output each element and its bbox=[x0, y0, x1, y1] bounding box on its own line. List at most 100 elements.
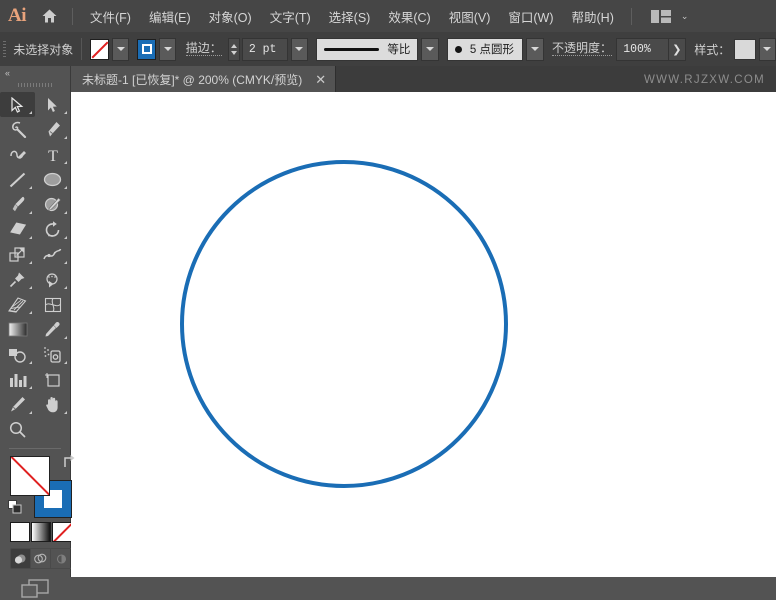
graphic-style-dropdown[interactable] bbox=[759, 38, 776, 61]
color-mode-buttons bbox=[10, 522, 72, 542]
fill-swatch-none[interactable] bbox=[10, 456, 50, 496]
shape-builder-tool[interactable] bbox=[35, 267, 70, 292]
control-bar-grip[interactable] bbox=[0, 32, 9, 66]
tool-corner-marker bbox=[29, 386, 32, 389]
menu-file[interactable]: 文件(F) bbox=[81, 3, 140, 30]
draw-behind-mode[interactable] bbox=[31, 549, 51, 568]
toolbar-grip[interactable] bbox=[0, 79, 70, 90]
stroke-color-swatch[interactable] bbox=[137, 39, 156, 60]
color-mode-solid[interactable] bbox=[10, 522, 30, 542]
color-mode-gradient[interactable] bbox=[31, 522, 51, 542]
arrange-documents-icon[interactable] bbox=[646, 7, 676, 26]
perspective-grid-tool[interactable] bbox=[0, 292, 35, 317]
menu-effect[interactable]: 效果(C) bbox=[379, 3, 439, 30]
curvature-tool[interactable] bbox=[0, 142, 35, 167]
tool-corner-marker bbox=[64, 261, 67, 264]
stroke-swatch-dropdown[interactable] bbox=[159, 38, 176, 61]
tool-corner-marker bbox=[29, 411, 32, 414]
menu-help[interactable]: 帮助(H) bbox=[563, 3, 623, 30]
default-fill-stroke-icon[interactable] bbox=[8, 500, 23, 520]
menu-divider bbox=[72, 8, 73, 25]
menu-view[interactable]: 视图(V) bbox=[440, 3, 500, 30]
menu-divider-right bbox=[631, 8, 632, 25]
fill-stroke-widget bbox=[10, 456, 72, 518]
paintbrush-tool[interactable] bbox=[0, 192, 35, 217]
home-icon[interactable] bbox=[34, 0, 64, 32]
gradient-tool[interactable] bbox=[0, 317, 35, 342]
tool-corner-marker bbox=[64, 336, 67, 339]
svg-text:T: T bbox=[48, 148, 58, 163]
stroke-profile-dropdown[interactable] bbox=[421, 38, 438, 61]
stroke-weight-dropdown[interactable] bbox=[291, 38, 308, 61]
tool-corner-marker bbox=[29, 236, 32, 239]
tool-corner-marker bbox=[64, 186, 67, 189]
artboard-canvas[interactable] bbox=[71, 92, 776, 577]
tools-panel: « bbox=[0, 66, 71, 577]
stroke-weight-label[interactable]: 描边： bbox=[186, 42, 222, 56]
opacity-label[interactable]: 不透明度： bbox=[552, 42, 612, 56]
brush-label: 5 点圆形 bbox=[470, 41, 514, 57]
change-screen-mode-icon[interactable] bbox=[0, 578, 70, 600]
opacity-flyout-button[interactable]: ❯ bbox=[669, 38, 686, 61]
document-tab-title: 未标题-1 [已恢复]* @ 200% (CMYK/预览) bbox=[82, 71, 302, 88]
eraser-tool[interactable] bbox=[0, 217, 35, 242]
artboard-tool[interactable] bbox=[35, 367, 70, 392]
toolbar-collapse-icon[interactable]: « bbox=[0, 66, 70, 79]
chevron-down-icon bbox=[295, 47, 303, 51]
draw-normal-mode[interactable] bbox=[11, 549, 31, 568]
pen-tool[interactable] bbox=[35, 117, 70, 142]
document-tab[interactable]: 未标题-1 [已恢复]* @ 200% (CMYK/预览) ✕ bbox=[70, 66, 336, 92]
menu-select[interactable]: 选择(S) bbox=[320, 3, 380, 30]
eyedropper-tool[interactable] bbox=[35, 317, 70, 342]
magic-wand-tool[interactable] bbox=[0, 117, 35, 142]
opacity-input[interactable]: 100% bbox=[616, 38, 669, 61]
tool-corner-marker bbox=[29, 311, 32, 314]
ellipse-tool[interactable] bbox=[35, 167, 70, 192]
fill-swatch-dropdown[interactable] bbox=[112, 38, 129, 61]
tool-corner-marker bbox=[64, 286, 67, 289]
stroke-weight-stepper[interactable] bbox=[228, 38, 240, 61]
tool-corner-marker bbox=[64, 411, 67, 414]
tool-corner-marker bbox=[29, 261, 32, 264]
blend-tool[interactable] bbox=[0, 342, 35, 367]
tool-corner-marker bbox=[64, 136, 67, 139]
tool-corner-marker bbox=[64, 236, 67, 239]
column-graph-tool[interactable] bbox=[0, 367, 35, 392]
type-tool[interactable]: T bbox=[35, 142, 70, 167]
stepper-up-icon bbox=[231, 44, 237, 48]
line-segment-tool[interactable] bbox=[0, 167, 35, 192]
symbol-sprayer-tool[interactable] bbox=[35, 342, 70, 367]
scale-tool[interactable] bbox=[0, 242, 35, 267]
ellipse-shape[interactable] bbox=[182, 162, 506, 486]
rotate-tool[interactable] bbox=[35, 217, 70, 242]
graphic-style-swatch[interactable] bbox=[734, 39, 756, 60]
swap-fill-stroke-icon[interactable] bbox=[61, 454, 76, 473]
color-mode-none[interactable] bbox=[52, 522, 72, 542]
menu-edit[interactable]: 编辑(E) bbox=[140, 3, 200, 30]
arrange-chevron-down-icon[interactable]: ⌄ bbox=[681, 11, 689, 22]
draw-inside-mode[interactable] bbox=[51, 549, 71, 568]
width-tool[interactable] bbox=[35, 242, 70, 267]
free-transform-tool[interactable] bbox=[0, 267, 35, 292]
menu-object[interactable]: 对象(O) bbox=[200, 3, 261, 30]
menu-type[interactable]: 文字(T) bbox=[261, 3, 320, 30]
brush-definition-select[interactable]: 5 点圆形 bbox=[447, 38, 524, 61]
shaper-tool[interactable] bbox=[35, 192, 70, 217]
direct-selection-tool[interactable] bbox=[35, 92, 70, 117]
selection-tool[interactable] bbox=[0, 92, 35, 117]
zoom-tool[interactable] bbox=[0, 417, 35, 442]
tool-corner-marker bbox=[64, 361, 67, 364]
brush-preview-icon bbox=[455, 46, 462, 53]
slice-tool[interactable] bbox=[0, 392, 35, 417]
brush-definition-dropdown[interactable] bbox=[526, 38, 543, 61]
tool-corner-marker bbox=[29, 211, 32, 214]
control-bar: 未选择对象 描边： 2 pt 等比 5 点圆形 不透明度： 1 bbox=[0, 32, 776, 67]
tool-corner-marker bbox=[29, 186, 32, 189]
stroke-profile-select[interactable]: 等比 bbox=[316, 38, 418, 61]
menu-window[interactable]: 窗口(W) bbox=[499, 3, 562, 30]
close-icon[interactable]: ✕ bbox=[315, 73, 326, 86]
stroke-weight-input[interactable]: 2 pt bbox=[242, 38, 288, 61]
mesh-tool[interactable] bbox=[35, 292, 70, 317]
fill-color-swatch[interactable] bbox=[90, 39, 109, 60]
hand-tool[interactable] bbox=[35, 392, 70, 417]
